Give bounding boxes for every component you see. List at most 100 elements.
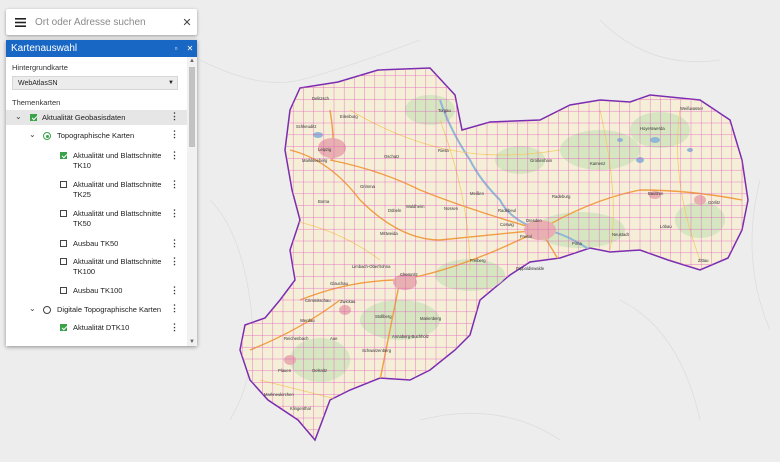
place-label: Borna	[318, 199, 330, 204]
panel-header: Kartenauswahl ▫ ✕	[6, 40, 197, 57]
place-label: Markneukirchen	[264, 392, 294, 397]
layer-label: Aktualität und Blattschnitte TK100	[73, 257, 162, 276]
place-label: Nossen	[444, 206, 459, 211]
place-label: Zwickau	[340, 299, 356, 304]
hintergrund-select[interactable]: WebAtlasSN ▼	[12, 76, 178, 90]
chevron-down-icon[interactable]: ⌄	[29, 130, 36, 139]
scroll-thumb[interactable]	[189, 67, 195, 147]
place-label: Reichenbach	[284, 336, 309, 341]
subgroup-radio[interactable]	[43, 306, 51, 314]
layer-item[interactable]: Aktualität DTK10 ⋮	[6, 321, 187, 335]
chevron-down-icon[interactable]: ⌄	[15, 112, 22, 121]
place-label: Schwarzenberg	[362, 348, 392, 353]
panel-title: Kartenauswahl	[11, 43, 78, 54]
more-options-icon[interactable]: ⋮	[170, 286, 179, 295]
place-label: Torgau	[438, 108, 451, 113]
place-label: Freital	[520, 234, 532, 239]
layer-checkbox[interactable]	[60, 324, 67, 331]
more-options-icon[interactable]: ⋮	[170, 239, 179, 248]
more-options-icon[interactable]: ⋮	[170, 323, 179, 332]
place-label: Görlitz	[708, 200, 720, 205]
place-label: Dresden	[526, 218, 542, 223]
place-label: Kamenz	[590, 161, 605, 166]
layer-checkbox[interactable]	[60, 210, 67, 217]
layer-item[interactable]: Aktualität und Blattschnitte TK50 ⋮	[6, 207, 187, 229]
place-label: Stollberg	[375, 314, 392, 319]
place-label: Mittweida	[380, 231, 398, 236]
kartenauswahl-panel: Kartenauswahl ▫ ✕ Hintergrundkarte WebAt…	[6, 40, 197, 346]
subgroup-label: Topographische Karten	[57, 131, 135, 140]
subgroup-radio[interactable]	[43, 132, 51, 140]
place-label: Chemnitz	[400, 272, 418, 277]
layer-item[interactable]: Aktualität und Blattschnitte TK25 ⋮	[6, 178, 187, 200]
place-label: Neustadt	[612, 232, 630, 237]
panel-scrollbar[interactable]: ▲ ▼	[187, 57, 197, 346]
subgroup-digitale-topographische-karten[interactable]: ⌄ Digitale Topographische Karten ⋮	[6, 302, 187, 317]
group-checkbox[interactable]	[30, 114, 37, 121]
subgroup-label: Digitale Topographische Karten	[57, 305, 162, 314]
more-options-icon[interactable]: ⋮	[170, 180, 179, 189]
hintergrund-value: WebAtlasSN	[18, 79, 58, 87]
maximize-icon[interactable]: ▫	[169, 44, 183, 53]
place-label: Werdau	[300, 318, 315, 323]
layer-label: Ausbau TK100	[73, 286, 123, 295]
place-label: Radeburg	[552, 194, 571, 199]
hamburger-menu-icon[interactable]	[9, 9, 31, 35]
place-label: Leipzig	[318, 147, 332, 152]
place-label: Klingenthal	[290, 406, 311, 411]
place-label: Plauen	[278, 368, 292, 373]
layer-item[interactable]: Ausbau TK50 ⋮	[6, 237, 187, 251]
layer-label: Aktualität DTK10	[73, 323, 130, 332]
more-options-icon[interactable]: ⋮	[170, 151, 179, 160]
scroll-up-icon[interactable]: ▲	[187, 57, 197, 65]
place-label: Delitzsch	[312, 96, 330, 101]
more-options-icon[interactable]: ⋮	[170, 130, 179, 139]
place-label: Oschatz	[384, 154, 399, 159]
place-label: Bautzen	[648, 191, 664, 196]
more-options-icon[interactable]: ⋮	[170, 304, 179, 313]
panel-body: Hintergrundkarte WebAtlasSN ▼ Themenkart…	[6, 57, 187, 346]
place-label: Coswig	[500, 222, 514, 227]
themen-label: Themenkarten	[12, 98, 61, 107]
group-aktualitaet-geobasisdaten[interactable]: ⌄ Aktualität Geobasisdaten ⋮	[6, 110, 187, 125]
more-options-icon[interactable]: ⋮	[170, 257, 179, 266]
place-label: Schkeuditz	[296, 124, 316, 129]
chevron-down-icon[interactable]: ⌄	[29, 304, 36, 313]
place-label: Grimma	[360, 184, 376, 189]
layer-label: Ausbau TK50	[73, 239, 119, 248]
layer-item[interactable]: Aktualität und Blattschnitte TK10 ⋮	[6, 149, 187, 171]
place-label: Dippoldiswalde	[516, 266, 545, 271]
place-label: Oelsnitz	[312, 368, 327, 373]
layer-checkbox[interactable]	[60, 181, 67, 188]
layer-label: Aktualität und Blattschnitte TK10	[73, 151, 162, 170]
place-label: Waldheim	[406, 204, 425, 209]
place-label: Großenhain	[530, 158, 553, 163]
place-label: Döbeln	[388, 208, 402, 213]
layer-checkbox[interactable]	[60, 258, 67, 265]
place-label: Annaberg-Buchholz	[392, 334, 429, 339]
search-bar: ✕	[6, 9, 197, 35]
place-label: Limbach-Oberfrohna	[352, 264, 391, 269]
layer-checkbox[interactable]	[60, 240, 67, 247]
subgroup-topographische-karten[interactable]: ⌄ Topographische Karten ⋮	[6, 128, 187, 143]
more-options-icon[interactable]: ⋮	[170, 209, 179, 218]
search-input[interactable]	[31, 16, 177, 28]
layer-item[interactable]: Aktualität und Blattschnitte TK100 ⋮	[6, 255, 187, 277]
layer-label: Aktualität und Blattschnitte TK25	[73, 180, 162, 199]
place-label: Zittau	[698, 258, 709, 263]
layer-checkbox[interactable]	[60, 287, 67, 294]
scroll-down-icon[interactable]: ▼	[187, 338, 197, 346]
place-label: Markkleeberg	[302, 158, 328, 163]
close-panel-icon[interactable]: ✕	[183, 44, 197, 53]
hintergrund-label: Hintergrundkarte	[12, 63, 68, 72]
more-options-icon[interactable]: ⋮	[170, 112, 179, 121]
caret-down-icon: ▼	[168, 80, 174, 86]
place-label: Meißen	[470, 191, 485, 196]
layer-checkbox[interactable]	[60, 152, 67, 159]
place-label: Riesa	[438, 148, 449, 153]
close-icon[interactable]: ✕	[177, 16, 197, 29]
place-label: Radebeul	[498, 208, 516, 213]
place-label: Löbau	[660, 224, 672, 229]
place-label: Aue	[330, 336, 338, 341]
layer-item[interactable]: Ausbau TK100 ⋮	[6, 284, 187, 298]
